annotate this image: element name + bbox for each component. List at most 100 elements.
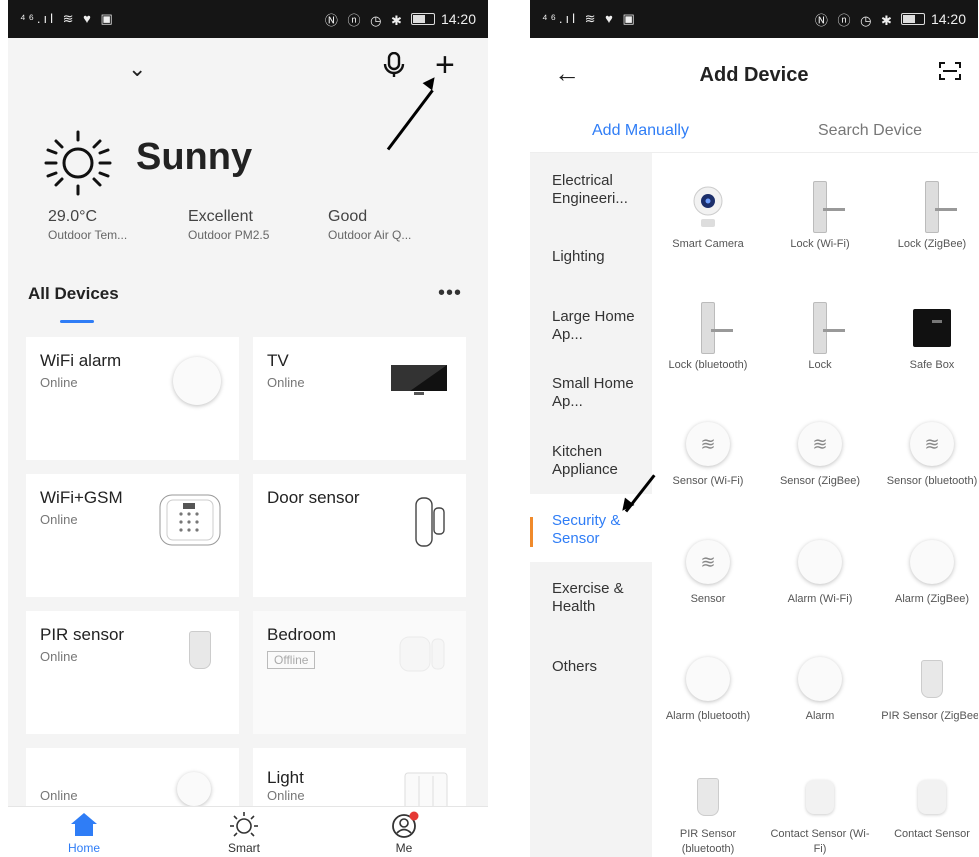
device-label: PIR Sensor (ZigBee) [881,710,978,722]
add-device-screen: ⁴⁶.ıl ≋ ♥ ▣ Ⓝ ⓝ ◷ ✱ 14:20 ← Add Device A… [530,0,978,857]
add-mode-tabs: Add Manually Search Device [530,114,978,153]
device-sensor[interactable]: ≋ Sensor [654,532,762,607]
device-status: Online [40,649,78,664]
lock-icon [654,298,762,358]
device-card-door-sensor[interactable]: Door sensor [253,474,466,597]
tab-add-manually[interactable]: Add Manually [592,122,689,140]
device-label: Sensor (bluetooth) [886,475,978,487]
signal-icons: ⁴⁶.ıl ≋ ♥ ▣ [542,11,638,26]
sensor-icon: ≋ [654,414,762,474]
alarm-icon [766,649,874,709]
device-pir-sensor-zigbee[interactable]: PIR Sensor (ZigBee) [878,649,978,724]
device-alarm-wifi[interactable]: Alarm (Wi-Fi) [766,532,874,607]
alarm-panel-icon [159,494,221,551]
all-devices-tab[interactable]: All Devices [28,284,119,304]
device-card-wifi-gsm[interactable]: WiFi+GSM Online [26,474,239,597]
alarm-icon [766,532,874,592]
device-status: Online [267,375,305,390]
stat-label: Outdoor Tem... [48,228,128,242]
category-security-sensor[interactable]: Security & Sensor [552,512,648,548]
tv-icon [390,363,448,402]
device-status: Online [267,788,305,803]
camera-icon [654,177,762,237]
device-label: Alarm (Wi-Fi) [787,593,853,605]
door-sensor-icon [412,494,448,555]
tab-smart[interactable]: Smart [204,811,284,855]
device-safe-box[interactable]: Safe Box [878,298,978,373]
home-topbar: ⌄ + [8,38,488,108]
battery-icon [900,13,925,25]
device-label: Contact Sensor (Wi-Fi) [770,828,870,855]
device-name: WiFi alarm [40,351,122,370]
device-card-tv[interactable]: TV Online [253,337,466,460]
stat-label: Outdoor Air Q... [328,228,412,242]
alarm-icon [878,532,978,592]
status-bar: ⁴⁶.ıl ≋ ♥ ▣ Ⓝ ⓝ ◷ ✱ 14:20 [530,0,978,38]
device-alarm-bluetooth[interactable]: Alarm (bluetooth) [654,649,762,724]
device-card-bedroom[interactable]: Bedroom Offline [253,611,466,734]
device-sensor-zigbee[interactable]: ≋ Sensor (ZigBee) [766,414,874,489]
status-icons: Ⓝ ⓝ ◷ ✱ [324,12,405,28]
device-alarm[interactable]: Alarm [766,649,874,724]
device-card-pir-sensor[interactable]: PIR sensor Online [26,611,239,734]
category-lighting[interactable]: Lighting [552,248,648,266]
device-label: Sensor (ZigBee) [779,475,861,487]
device-alarm-zigbee[interactable]: Alarm (ZigBee) [878,532,978,607]
device-pir-sensor-bluetooth[interactable]: PIR Sensor (bluetooth) [654,767,762,857]
device-name: WiFi+GSM [40,488,123,507]
category-kitchen-appliance[interactable]: Kitchen Appliance [552,443,648,479]
category-electrical[interactable]: Electrical Engineeri... [552,172,648,208]
device-lock[interactable]: Lock [766,298,874,373]
device-status: Online [40,788,78,803]
device-smart-camera[interactable]: Smart Camera [654,177,762,252]
device-contact-sensor-wifi[interactable]: Contact Sensor (Wi-Fi) [766,767,874,857]
pir-sensor-icon [189,631,211,669]
scan-icon[interactable] [938,60,962,87]
device-label: Alarm (bluetooth) [665,710,751,722]
tab-label: Home [67,841,100,855]
stat-value: 29.0°C [48,208,98,225]
device-name: Door sensor [267,488,360,507]
clock: 14:20 [930,11,966,27]
pir-sensor-icon [878,649,978,709]
tab-label: Me [395,841,413,855]
weather-stats: 29.0°C Outdoor Tem... Excellent Outdoor … [48,208,468,242]
device-status: Online [40,375,78,390]
stat-value: Good [328,208,368,225]
device-lock-zigbee[interactable]: Lock (ZigBee) [878,177,978,252]
device-contact-sensor[interactable]: Contact Sensor [878,767,978,842]
safe-box-icon [878,298,978,358]
tab-me[interactable]: Me [364,811,444,855]
category-others[interactable]: Others [552,658,648,676]
category-exercise-health[interactable]: Exercise & Health [552,580,648,616]
alarm-icon [654,649,762,709]
device-lock-wifi[interactable]: Lock (Wi-Fi) [766,177,874,252]
device-label: Alarm [805,710,835,722]
status-bar: ⁴⁶.ıl ≋ ♥ ▣ Ⓝ ⓝ ◷ ✱ 14:20 [8,0,488,38]
chevron-down-icon[interactable]: ⌄ [128,56,146,82]
device-label: Lock [808,359,832,371]
device-lock-bluetooth[interactable]: Lock (bluetooth) [654,298,762,373]
device-name: PIR sensor [40,625,125,644]
status-icons: Ⓝ ⓝ ◷ ✱ [814,12,895,28]
sensor-icon: ≋ [766,414,874,474]
device-name: Light [267,768,304,787]
device-label: Sensor (Wi-Fi) [672,475,744,487]
tab-home[interactable]: Home [44,811,124,855]
tab-search-device[interactable]: Search Device [818,122,922,140]
category-selected-indicator [530,517,533,547]
category-small-home-appliance[interactable]: Small Home Ap... [552,375,648,411]
device-sensor-bluetooth[interactable]: ≋ Sensor (bluetooth) [878,414,978,489]
sensor-icon: ≋ [654,532,762,592]
sensor-icon: ≋ [878,414,978,474]
device-label: Safe Box [909,359,955,371]
device-label: PIR Sensor (bluetooth) [679,828,737,855]
device-sensor-wifi[interactable]: ≋ Sensor (Wi-Fi) [654,414,762,489]
device-card-wifi-alarm[interactable]: WiFi alarm Online [26,337,239,460]
more-options-icon[interactable]: ••• [438,282,462,305]
tab-label: Smart [227,841,260,855]
weather-condition: Sunny [136,136,253,178]
microphone-icon[interactable] [383,51,405,85]
category-large-home-appliance[interactable]: Large Home Ap... [552,308,648,344]
stat-air-quality: Good Outdoor Air Q... [328,208,468,242]
